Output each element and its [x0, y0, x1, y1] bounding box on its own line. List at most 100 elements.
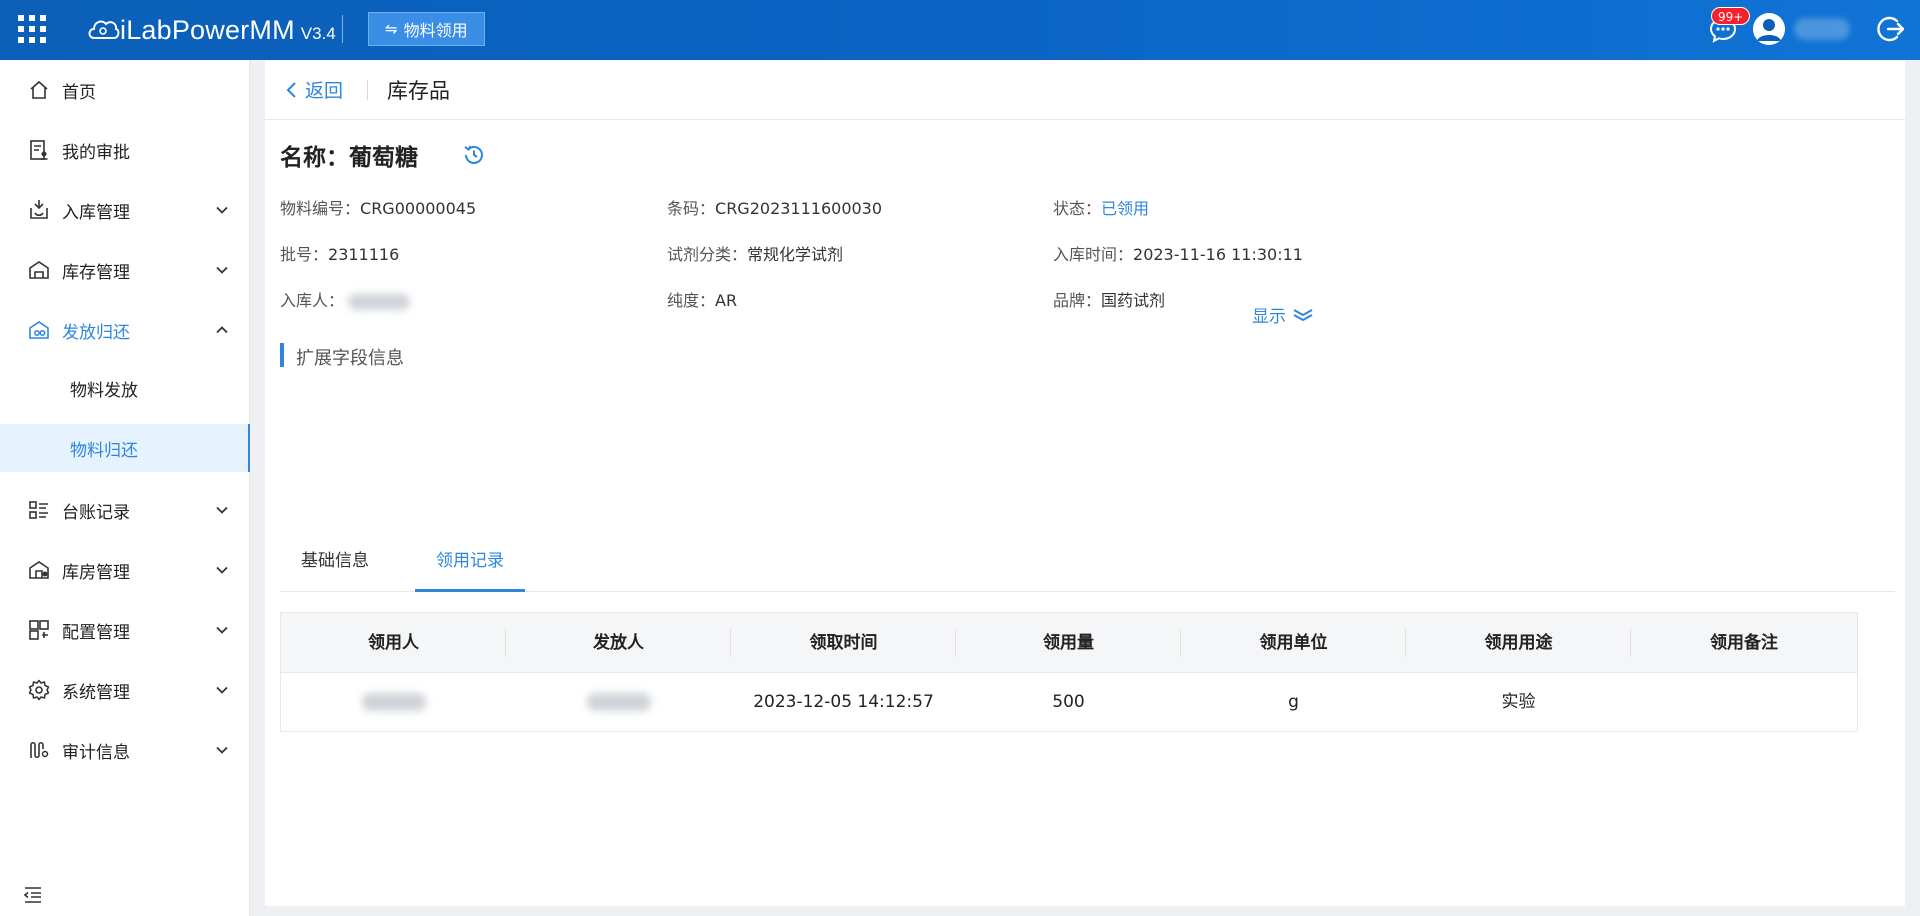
sidebar-item-label: 首页: [62, 82, 96, 103]
logout-icon[interactable]: [1876, 14, 1906, 44]
sidebar-item-inventory[interactable]: 库存管理: [0, 240, 250, 300]
section-accent-bar: [280, 343, 284, 367]
audit-icon: [30, 741, 49, 759]
chevron-left-icon: [286, 81, 296, 98]
sidebar-item-label: 库存管理: [62, 262, 130, 283]
page-header: 返回 库存品: [265, 60, 1905, 120]
sidebar-subitem-material-issue[interactable]: 物料发放: [0, 364, 250, 412]
column-header: 领用用途: [1406, 613, 1631, 673]
app-name: iLabPowerMM: [120, 14, 295, 45]
field-material-code: 物料编号：CRG00000045: [280, 199, 477, 218]
history-icon[interactable]: [461, 142, 487, 168]
sidebar-item-label: 审计信息: [62, 742, 130, 763]
chevron-down-icon: [216, 266, 228, 274]
chevron-down-icon: [216, 206, 228, 214]
field-receiver: 入库人：: [280, 287, 411, 311]
sidebar-item-label: 发放归还: [62, 322, 130, 343]
sidebar: 首页 我的审批 入库管理 库存管理 发放归还 物料发放 物料归还 台账记录 库房…: [0, 60, 250, 916]
gear-icon: [28, 679, 50, 701]
field-status: 状态：已领用: [1053, 199, 1150, 218]
apps-grid-icon[interactable]: [18, 15, 46, 43]
cell-time: 2023-12-05 14:12:57: [753, 692, 934, 712]
cell-purpose: 实验: [1501, 692, 1536, 712]
sidebar-item-label: 库房管理: [62, 562, 130, 583]
avatar[interactable]: [1753, 13, 1785, 45]
field-category: 试剂分类：常规化学试剂: [667, 245, 844, 264]
module-label: 物料领用: [403, 21, 468, 40]
cell-note: [1631, 673, 1857, 731]
item-name-title: 名称：葡萄糖: [280, 145, 418, 171]
sidebar-item-home[interactable]: 首页: [0, 60, 250, 120]
sidebar-item-storeroom[interactable]: 库房管理: [0, 540, 250, 600]
storeroom-icon: [29, 561, 49, 579]
cell-unit: g: [1288, 692, 1299, 712]
column-header: 领用人: [281, 613, 506, 673]
tab-bar: 基础信息 领用记录: [280, 532, 1895, 592]
cell-quantity: 500: [1052, 692, 1085, 712]
topbar-divider: [342, 15, 343, 43]
ext-fields-title: 扩展字段信息: [296, 348, 404, 369]
warehouse-icon: [29, 261, 49, 279]
usage-records-table: 领用人 发放人 领取时间 领用量 领用单位 领用用途 领用备注 2023-12-…: [280, 612, 1858, 732]
field-inbound-time: 入库时间：2023-11-16 11:30:11: [1053, 245, 1303, 264]
approval-icon: [30, 140, 48, 160]
sidebar-item-config[interactable]: 配置管理: [0, 600, 250, 660]
swap-icon: ⇋: [385, 20, 398, 38]
recipient-blurred: [361, 693, 426, 711]
collapse-menu-icon[interactable]: [22, 884, 44, 906]
column-header: 领用备注: [1710, 633, 1778, 653]
module-switch-button[interactable]: ⇋ 物料领用: [368, 12, 485, 46]
sidebar-item-label: 物料发放: [70, 380, 138, 401]
sidebar-item-label: 入库管理: [62, 202, 130, 223]
username-blurred[interactable]: [1794, 18, 1850, 40]
sidebar-item-label: 物料归还: [70, 440, 138, 461]
show-more-button[interactable]: 显示: [1252, 302, 1314, 327]
ledger-icon: [29, 501, 48, 519]
field-barcode: 条码：CRG2023111600030: [667, 199, 883, 218]
config-icon: [29, 620, 49, 640]
sidebar-item-label: 系统管理: [62, 682, 130, 703]
home-icon: [30, 80, 48, 99]
app-version: V3.4: [300, 24, 336, 43]
table-header: 领用人 发放人 领取时间 领用量 领用单位 领用用途 领用备注: [281, 613, 1857, 673]
tab-usage-records[interactable]: 领用记录: [415, 532, 525, 592]
tab-basic-info[interactable]: 基础信息: [280, 532, 390, 592]
chevron-down-icon: [216, 746, 228, 754]
cell-recipient: [281, 673, 506, 731]
column-header: 领用量: [956, 613, 1181, 673]
sidebar-item-audit[interactable]: 审计信息: [0, 720, 250, 780]
field-batch: 批号：2311116: [280, 245, 400, 264]
chevron-down-icon: [216, 566, 228, 574]
back-button[interactable]: 返回: [285, 76, 343, 103]
sidebar-item-ledger[interactable]: 台账记录: [0, 480, 250, 540]
sidebar-subitem-material-return[interactable]: 物料归还: [0, 424, 250, 472]
sidebar-item-issue-return[interactable]: 发放归还: [0, 300, 250, 360]
top-bar: iLabPowerMM V3.4 ⇋ 物料领用 99+: [0, 0, 1920, 60]
sidebar-item-inbound[interactable]: 入库管理: [0, 180, 250, 240]
page-title: 库存品: [387, 79, 450, 103]
sidebar-item-label: 台账记录: [62, 502, 130, 523]
sidebar-item-approval[interactable]: 我的审批: [0, 120, 250, 180]
field-purity: 纯度：AR: [667, 291, 738, 310]
chevron-down-icon: [216, 626, 228, 634]
notification-badge: 99+: [1711, 7, 1751, 25]
back-label: 返回: [305, 80, 344, 102]
header-divider: [367, 80, 368, 100]
issue-return-icon: [29, 321, 49, 339]
chevron-down-icon: [216, 686, 228, 694]
main-panel: 返回 库存品 名称：葡萄糖 物料编号：CRG00000045 条码：CRG202…: [265, 60, 1905, 906]
column-header: 领用单位: [1181, 613, 1406, 673]
column-header: 领取时间: [731, 613, 956, 673]
table-row: 2023-12-05 14:12:57 500 g 实验: [281, 673, 1857, 731]
inbound-icon: [30, 200, 48, 219]
field-brand: 品牌：国药试剂: [1053, 291, 1166, 310]
column-header: 发放人: [506, 613, 731, 673]
show-more-label: 显示: [1252, 307, 1286, 327]
receiver-blurred: [348, 293, 411, 310]
user-avatar-icon: [1753, 13, 1785, 45]
sidebar-item-system[interactable]: 系统管理: [0, 660, 250, 720]
chevron-up-icon: [216, 326, 228, 334]
status-badge: 已领用: [1101, 199, 1150, 218]
cloud-logo-icon: [88, 20, 120, 39]
double-chevron-down-icon: [1293, 308, 1313, 321]
